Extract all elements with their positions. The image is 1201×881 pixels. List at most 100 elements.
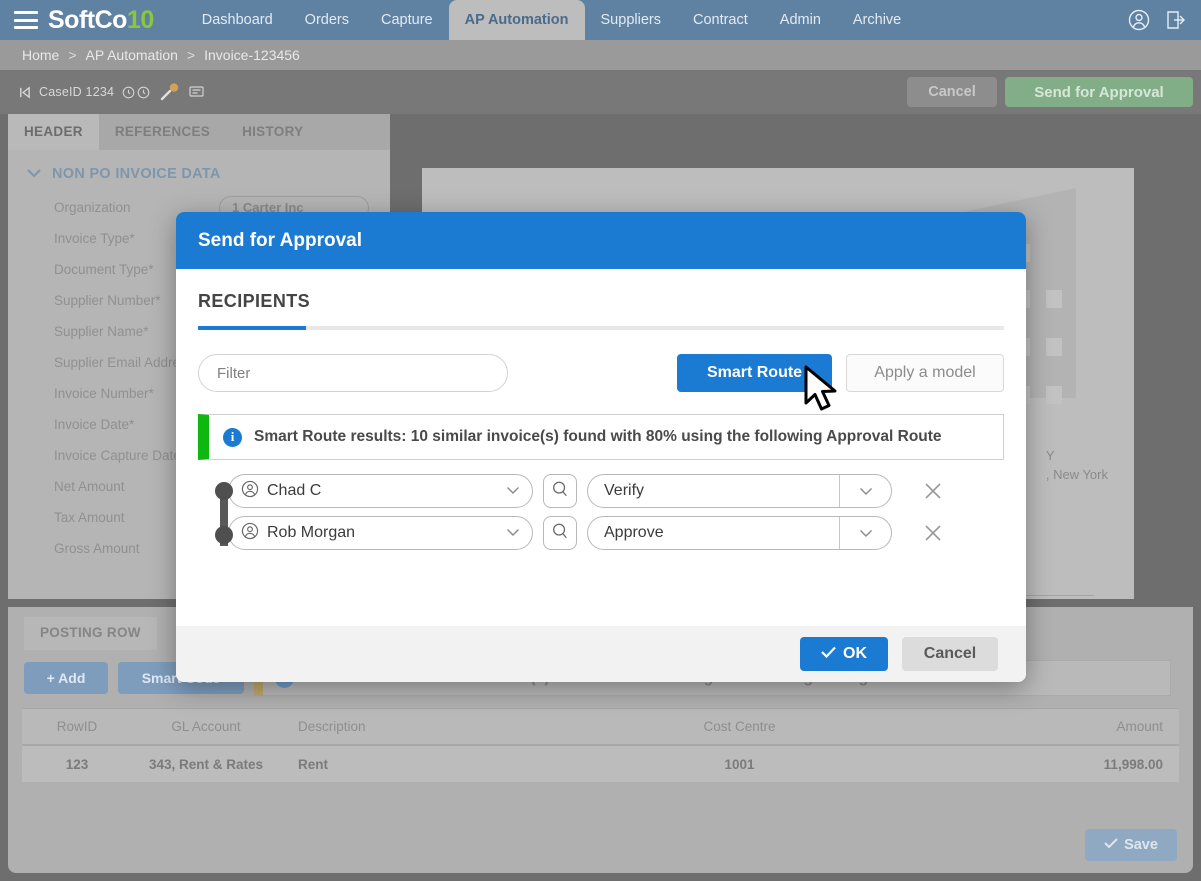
app-logo[interactable]: SoftCo10 (48, 6, 154, 35)
save-button-label: Save (1124, 837, 1158, 853)
cancel-button-toolbar[interactable]: Cancel (907, 77, 997, 107)
recipient-action-select[interactable]: Verify (587, 474, 892, 508)
app-root: SoftCo10 Dashboard Orders Capture AP Aut… (0, 0, 1201, 881)
filter-and-actions-row: Smart Route Apply a model (198, 354, 1004, 392)
dialog-cancel-button[interactable]: Cancel (902, 637, 998, 671)
clock-icon[interactable] (122, 86, 135, 99)
ok-button-label: OK (843, 645, 867, 663)
recipient-action-label: Verify (588, 482, 839, 500)
nav-tab-list: Dashboard Orders Capture AP Automation S… (186, 0, 1127, 40)
nav-tab-admin[interactable]: Admin (764, 0, 837, 40)
column-header-rowid: RowID (22, 719, 132, 734)
recipients-section-label: RECIPIENTS (198, 269, 1004, 312)
hamburger-icon[interactable] (14, 11, 38, 29)
column-header-gl-account: GL Account (132, 719, 280, 734)
recipient-action-label: Approve (588, 524, 839, 542)
nav-tab-dashboard[interactable]: Dashboard (186, 0, 289, 40)
info-icon: i (223, 428, 242, 447)
check-icon (1104, 837, 1118, 853)
chevron-down-icon (506, 524, 520, 542)
brand-name: SoftCo (48, 6, 127, 34)
smart-route-results-text: Smart Route results: 10 similar invoice(… (254, 428, 942, 446)
recipient-row: Rob Morgan Approve (228, 516, 1004, 550)
nav-tab-suppliers[interactable]: Suppliers (585, 0, 677, 40)
check-icon (821, 645, 836, 663)
nav-tab-capture[interactable]: Capture (365, 0, 449, 40)
dialog-body: RECIPIENTS Smart Route Apply a model i S… (176, 269, 1026, 626)
tab-posting-row[interactable]: POSTING ROW (24, 617, 157, 650)
chevron-down-icon (506, 482, 520, 500)
comment-icon[interactable] (189, 85, 204, 99)
breadcrumb-separator: > (187, 47, 195, 63)
nav-tab-archive[interactable]: Archive (837, 0, 917, 40)
nav-tab-ap-automation[interactable]: AP Automation (449, 0, 585, 40)
recipient-search-button[interactable] (543, 516, 577, 550)
apply-a-model-button[interactable]: Apply a model (846, 354, 1004, 392)
attachment-icon[interactable] (160, 83, 180, 101)
dialog-title: Send for Approval (198, 230, 362, 252)
smart-route-button[interactable]: Smart Route (677, 354, 832, 392)
smart-route-results-banner: i Smart Route results: 10 similar invoic… (198, 414, 1004, 460)
recipient-person-name: Rob Morgan (267, 524, 506, 542)
search-icon (551, 522, 569, 545)
recipient-action-select[interactable]: Approve (587, 516, 892, 550)
cell-gl-account: 343, Rent & Rates (132, 757, 280, 772)
user-circle-icon (241, 480, 259, 503)
cell-amount: 11,998.00 (999, 757, 1179, 772)
skip-back-icon[interactable] (18, 86, 31, 99)
posting-rows-table: RowID GL Account Description Cost Centre… (22, 708, 1179, 782)
add-row-button[interactable]: + Add (24, 662, 108, 694)
address-line-2: , New York (1046, 465, 1108, 484)
tab-header[interactable]: HEADER (8, 114, 99, 150)
chevron-down-icon (26, 166, 42, 182)
breadcrumb: Home > AP Automation > Invoice-123456 (0, 40, 1201, 70)
breadcrumb-item-invoice[interactable]: Invoice-123456 (204, 47, 300, 63)
recipient-row: Chad C Verify (228, 474, 1004, 508)
chevron-down-icon (839, 517, 891, 549)
building-window (1046, 338, 1062, 356)
nav-tab-contract[interactable]: Contract (677, 0, 764, 40)
send-for-approval-button-toolbar[interactable]: Send for Approval (1005, 77, 1193, 107)
column-header-cost-centre: Cost Centre (480, 719, 999, 734)
recipient-search-button[interactable] (543, 474, 577, 508)
breadcrumb-item-ap-automation[interactable]: AP Automation (86, 47, 178, 63)
case-id-label: CaseID 1234 (39, 85, 114, 99)
tab-history[interactable]: HISTORY (226, 114, 319, 150)
logout-icon[interactable] (1163, 8, 1187, 32)
underline-active-fill (198, 326, 306, 330)
dialog-header: Send for Approval (176, 212, 1026, 269)
remove-recipient-button[interactable] (922, 480, 944, 502)
column-header-description: Description (280, 719, 480, 734)
dialog-footer: OK Cancel (176, 626, 1026, 682)
section-underline (198, 326, 1004, 330)
document-address-text: Y , New York (1046, 446, 1108, 484)
user-circle-icon (241, 522, 259, 545)
ok-button[interactable]: OK (800, 637, 888, 671)
remove-recipient-button[interactable] (922, 522, 944, 544)
table-header-row: RowID GL Account Description Cost Centre… (22, 708, 1179, 744)
breadcrumb-separator: > (68, 47, 76, 63)
building-window (1046, 290, 1062, 308)
building-window (1046, 386, 1062, 404)
save-button[interactable]: Save (1085, 829, 1177, 861)
tab-references[interactable]: REFERENCES (99, 114, 226, 150)
breadcrumb-item-home[interactable]: Home (22, 47, 59, 63)
nav-icon-group (1127, 8, 1187, 32)
nav-tab-orders[interactable]: Orders (289, 0, 365, 40)
table-row[interactable]: 123 343, Rent & Rates Rent 1001 11,998.0… (22, 744, 1179, 782)
left-panel-tabs: HEADER REFERENCES HISTORY (8, 114, 390, 150)
cell-description: Rent (280, 757, 480, 772)
user-account-icon[interactable] (1127, 8, 1151, 32)
filter-input[interactable] (198, 354, 508, 392)
clock-icon[interactable] (137, 86, 150, 99)
search-icon (551, 480, 569, 503)
recipients-list: Chad C Verify (198, 474, 1004, 550)
column-header-amount: Amount (999, 719, 1179, 734)
recipient-person-select[interactable]: Rob Morgan (228, 516, 533, 550)
recipient-person-name: Chad C (267, 482, 506, 500)
recipient-person-select[interactable]: Chad C (228, 474, 533, 508)
non-po-invoice-data-section[interactable]: NON PO INVOICE DATA (8, 150, 390, 192)
section-title-label: NON PO INVOICE DATA (52, 166, 221, 182)
cell-cost-centre: 1001 (480, 757, 999, 772)
chevron-down-icon (839, 475, 891, 507)
